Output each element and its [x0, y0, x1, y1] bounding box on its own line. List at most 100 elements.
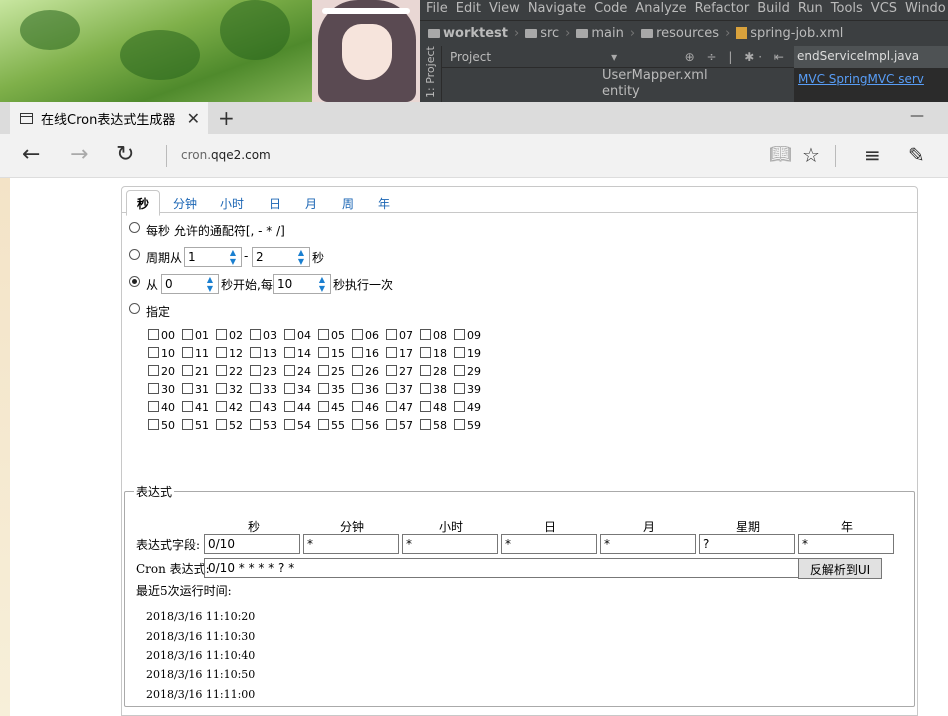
stepper-arrows-icon[interactable]: ▲ ▼ — [315, 275, 329, 293]
checkbox-box[interactable] — [386, 419, 397, 430]
checkbox-box[interactable] — [454, 419, 465, 430]
ide-menu-navigate[interactable]: Navigate — [526, 0, 592, 20]
second-checkbox[interactable]: 04 — [284, 329, 318, 342]
ide-menu-run[interactable]: Run — [796, 0, 829, 20]
second-checkbox[interactable]: 34 — [284, 383, 318, 396]
editor-link[interactable]: MVC SpringMVC serv — [794, 68, 948, 86]
tab-minute[interactable]: 分钟 — [167, 191, 203, 216]
checkbox-box[interactable] — [352, 347, 363, 358]
checkbox-box[interactable] — [318, 347, 329, 358]
checkbox-box[interactable] — [420, 419, 431, 430]
tab-year[interactable]: 年 — [372, 191, 396, 216]
ide-menu-view[interactable]: View — [487, 0, 526, 20]
field-second[interactable]: 0/10 — [204, 534, 300, 554]
minimize-button[interactable]: — — [910, 108, 924, 124]
second-checkbox[interactable]: 00 — [148, 329, 182, 342]
checkbox-box[interactable] — [386, 401, 397, 412]
checkbox-box[interactable] — [284, 419, 295, 430]
checkbox-box[interactable] — [386, 383, 397, 394]
second-checkbox[interactable]: 31 — [182, 383, 216, 396]
second-checkbox[interactable]: 40 — [148, 401, 182, 414]
from-every-stepper[interactable]: 10 ▲ ▼ — [273, 274, 331, 294]
second-checkbox[interactable]: 33 — [250, 383, 284, 396]
checkbox-box[interactable] — [352, 401, 363, 412]
second-checkbox[interactable]: 57 — [386, 419, 420, 432]
second-checkbox[interactable]: 01 — [182, 329, 216, 342]
checkbox-box[interactable] — [318, 383, 329, 394]
checkbox-box[interactable] — [250, 419, 261, 430]
address-bar[interactable]: cron.qqe2.com — [181, 148, 271, 162]
second-checkbox[interactable]: 38 — [420, 383, 454, 396]
checkbox-box[interactable] — [182, 329, 193, 340]
second-checkbox[interactable]: 12 — [216, 347, 250, 360]
forward-arrow-icon[interactable]: → — [70, 143, 88, 167]
ide-menu-tools[interactable]: Tools — [829, 0, 869, 20]
refresh-icon[interactable]: ↻ — [116, 143, 134, 167]
second-checkbox[interactable]: 23 — [250, 365, 284, 378]
chevron-down-icon[interactable]: ▾ — [611, 50, 617, 64]
second-checkbox[interactable]: 11 — [182, 347, 216, 360]
second-checkbox[interactable]: 53 — [250, 419, 284, 432]
checkbox-box[interactable] — [420, 365, 431, 376]
second-checkbox[interactable]: 07 — [386, 329, 420, 342]
second-checkbox[interactable]: 37 — [386, 383, 420, 396]
checkbox-box[interactable] — [318, 401, 329, 412]
ide-menu-refactor[interactable]: Refactor — [693, 0, 756, 20]
ide-menu-window[interactable]: Windo — [903, 0, 948, 20]
ide-menu-vcs[interactable]: VCS — [869, 0, 903, 20]
checkbox-box[interactable] — [148, 383, 159, 394]
checkbox-box[interactable] — [386, 365, 397, 376]
second-checkbox[interactable]: 20 — [148, 365, 182, 378]
checkbox-box[interactable] — [420, 347, 431, 358]
close-tab-icon[interactable]: ✕ — [187, 109, 200, 128]
second-checkbox[interactable]: 28 — [420, 365, 454, 378]
second-checkbox[interactable]: 32 — [216, 383, 250, 396]
checkbox-box[interactable] — [250, 383, 261, 394]
second-checkbox[interactable]: 59 — [454, 419, 488, 432]
tree-item-entity[interactable]: entity — [602, 84, 794, 100]
tab-day[interactable]: 日 — [263, 191, 287, 216]
checkbox-box[interactable] — [182, 401, 193, 412]
checkbox-box[interactable] — [284, 383, 295, 394]
reading-view-icon[interactable]: 📖︎ — [769, 143, 792, 167]
radio-from-every[interactable] — [129, 276, 140, 287]
second-checkbox[interactable]: 19 — [454, 347, 488, 360]
breadcrumb-worktest[interactable]: worktest — [428, 26, 508, 41]
checkbox-box[interactable] — [182, 365, 193, 376]
tab-week[interactable]: 周 — [336, 191, 360, 216]
checkbox-box[interactable] — [216, 401, 227, 412]
second-checkbox[interactable]: 21 — [182, 365, 216, 378]
checkbox-box[interactable] — [284, 365, 295, 376]
from-start-stepper[interactable]: 0 ▲ ▼ — [161, 274, 219, 294]
stepper-arrows-icon[interactable]: ▲ ▼ — [226, 248, 240, 266]
breadcrumb-resources[interactable]: resources — [641, 26, 719, 41]
second-checkbox[interactable]: 29 — [454, 365, 488, 378]
second-checkbox[interactable]: 43 — [250, 401, 284, 414]
checkbox-box[interactable] — [216, 419, 227, 430]
second-checkbox[interactable]: 56 — [352, 419, 386, 432]
checkbox-box[interactable] — [148, 419, 159, 430]
field-weekday[interactable]: ? — [699, 534, 795, 554]
second-checkbox[interactable]: 51 — [182, 419, 216, 432]
favorite-star-icon[interactable]: ☆ — [802, 143, 820, 167]
second-checkbox[interactable]: 27 — [386, 365, 420, 378]
checkbox-box[interactable] — [420, 329, 431, 340]
checkbox-box[interactable] — [284, 329, 295, 340]
checkbox-box[interactable] — [250, 401, 261, 412]
checkbox-box[interactable] — [148, 365, 159, 376]
stepper-arrows-icon[interactable]: ▲ ▼ — [203, 275, 217, 293]
second-checkbox[interactable]: 25 — [318, 365, 352, 378]
ide-menu-build[interactable]: Build — [755, 0, 796, 20]
checkbox-box[interactable] — [216, 365, 227, 376]
second-checkbox[interactable]: 05 — [318, 329, 352, 342]
second-checkbox[interactable]: 44 — [284, 401, 318, 414]
second-checkbox[interactable]: 46 — [352, 401, 386, 414]
second-checkbox[interactable]: 14 — [284, 347, 318, 360]
second-checkbox[interactable]: 58 — [420, 419, 454, 432]
cron-expression-input[interactable]: 0/10 * * * * ? * — [204, 558, 799, 578]
second-checkbox[interactable]: 36 — [352, 383, 386, 396]
tab-second[interactable]: 秒 — [126, 190, 161, 216]
checkbox-box[interactable] — [148, 401, 159, 412]
second-checkbox[interactable]: 18 — [420, 347, 454, 360]
second-checkbox[interactable]: 03 — [250, 329, 284, 342]
